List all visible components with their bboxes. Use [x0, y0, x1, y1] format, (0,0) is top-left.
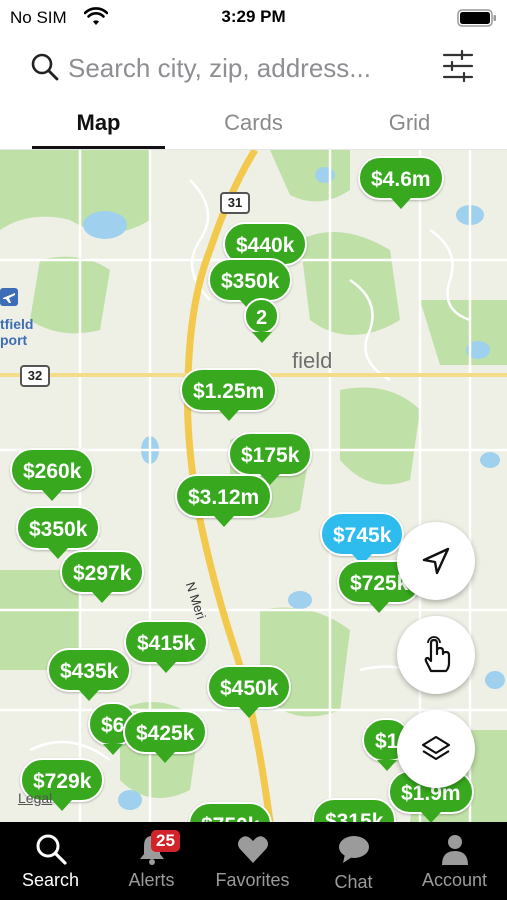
tab-alerts[interactable]: 25 Alerts	[101, 822, 202, 900]
price-pin[interactable]: $450k	[207, 665, 292, 718]
bottom-tab-bar: Search 25 Alerts Favorites Chat Account	[0, 822, 507, 900]
price-pin[interactable]: $415k	[124, 620, 209, 673]
price-pin[interactable]: $297k	[60, 550, 145, 603]
price-pin[interactable]: $315k	[312, 798, 397, 822]
route-shield-31: 31	[220, 192, 250, 214]
tab-map[interactable]: Map	[32, 110, 165, 148]
route-shield-32: 32	[20, 365, 50, 387]
price-pin[interactable]: $175k	[228, 432, 313, 485]
map-layers-button[interactable]	[397, 710, 475, 788]
map-view[interactable]: 31 32 tfield port field N Meri $4.6m $44…	[0, 150, 507, 822]
tab-search[interactable]: Search	[0, 822, 101, 900]
price-pin[interactable]: $425k	[123, 710, 208, 763]
draw-area-button[interactable]	[397, 616, 475, 694]
battery-icon	[457, 9, 496, 27]
search-icon	[31, 53, 59, 81]
tab-chat-label: Chat	[334, 872, 373, 892]
price-pin[interactable]: $3.12m	[175, 474, 273, 527]
legal-link[interactable]: Legal	[18, 790, 52, 806]
tab-account[interactable]: Account	[404, 822, 505, 900]
tab-chat[interactable]: Chat	[303, 822, 404, 900]
search-input[interactable]	[68, 48, 428, 88]
draw-hand-icon	[424, 636, 451, 673]
active-tab-indicator	[32, 146, 165, 149]
search-icon	[36, 834, 67, 865]
person-icon	[442, 835, 468, 865]
filter-sliders-icon[interactable]	[440, 48, 476, 84]
search-bar	[0, 40, 507, 98]
price-pin[interactable]: $750k	[188, 802, 273, 822]
layers-icon	[421, 735, 451, 761]
tab-search-label: Search	[21, 870, 80, 890]
price-pin-selected[interactable]: $745k	[320, 512, 405, 565]
city-label: field	[292, 348, 333, 373]
tab-cards[interactable]: Cards	[187, 110, 320, 148]
tab-alerts-label: Alerts	[128, 870, 175, 890]
tab-account-label: Account	[421, 870, 488, 890]
clock: 3:29 PM	[221, 7, 286, 26]
price-pin[interactable]: $4.6m	[358, 156, 444, 209]
airport-icon	[0, 288, 18, 306]
location-arrow-icon	[422, 547, 450, 575]
tab-favorites[interactable]: Favorites	[202, 822, 303, 900]
price-pin[interactable]: $1.25m	[180, 368, 278, 421]
status-bar: No SIM 3:29 PM	[0, 0, 507, 34]
cluster-pin[interactable]: 2	[244, 298, 280, 343]
chat-bubble-icon	[339, 836, 369, 863]
my-location-button[interactable]	[397, 522, 475, 600]
heart-icon	[238, 836, 268, 863]
price-pin[interactable]: $350k	[16, 506, 101, 559]
tab-favorites-label: Favorites	[215, 870, 290, 890]
view-tabs: Map Cards Grid	[0, 100, 507, 150]
alerts-badge: 25	[151, 830, 180, 852]
airport-label-line2: port	[0, 332, 28, 348]
airport-label-line1: tfield	[0, 316, 34, 332]
price-pin[interactable]: $260k	[10, 448, 95, 501]
price-pin[interactable]: $350k	[208, 258, 293, 311]
price-pin[interactable]: $435k	[47, 648, 132, 701]
tab-grid[interactable]: Grid	[343, 110, 476, 148]
